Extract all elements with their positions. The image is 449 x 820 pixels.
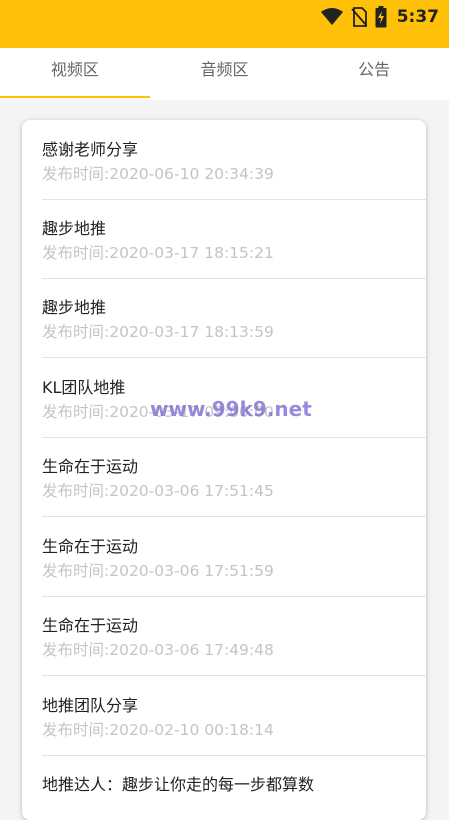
list-item[interactable]: 地推团队分享 发布时间:2020-02-10 00:18:14	[42, 676, 426, 756]
item-title: 生命在于运动	[42, 616, 139, 635]
item-time: 发布时间:2020-06-10 20:34:39	[42, 165, 274, 183]
item-title: 趣步地推	[42, 219, 107, 238]
wifi-icon	[320, 8, 343, 26]
status-bar: 5:37	[0, 0, 449, 48]
item-time: 发布时间:2020-03-17 18:15:21	[42, 244, 274, 262]
item-time: 发布时间:2020-02-10 00:18:14	[42, 721, 274, 739]
item-title: 感谢老师分享	[42, 140, 139, 159]
item-time: 发布时间:2020-03-06 17:51:45	[42, 482, 274, 500]
post-list-card: 感谢老师分享 发布时间:2020-06-10 20:34:39 趣步地推 发布时…	[22, 120, 426, 820]
list-item[interactable]: 生命在于运动 发布时间:2020-03-06 17:49:48	[42, 596, 426, 676]
item-title: 地推达人：趣步让你走的每一步都算数	[42, 775, 315, 794]
tab-bar: 视频区 音频区 公告	[0, 48, 449, 100]
status-icons: 5:37	[320, 6, 439, 28]
list-item[interactable]: 地推达人：趣步让你走的每一步都算数	[42, 755, 426, 820]
list-item[interactable]: 生命在于运动 发布时间:2020-03-06 17:51:59	[42, 517, 426, 597]
list-item[interactable]: 趣步地推 发布时间:2020-03-17 18:13:59	[42, 278, 426, 358]
item-title: 生命在于运动	[42, 537, 139, 556]
no-sim-icon	[351, 7, 367, 27]
list-item[interactable]: 生命在于运动 发布时间:2020-03-06 17:51:45	[42, 437, 426, 517]
list-item[interactable]: 感谢老师分享 发布时间:2020-06-10 20:34:39	[42, 120, 426, 200]
item-title: KL团队地推	[42, 378, 126, 397]
item-title: 地推团队分享	[42, 696, 139, 715]
tab-video[interactable]: 视频区	[0, 48, 150, 100]
item-title: 生命在于运动	[42, 457, 139, 476]
list-item[interactable]: 趣步地推 发布时间:2020-03-17 18:15:21	[42, 199, 426, 279]
item-time: 发布时间:2020-03-06 17:49:48	[42, 641, 274, 659]
item-title: 趣步地推	[42, 298, 107, 317]
watermark: www.99k9.net	[150, 397, 312, 421]
status-time: 5:37	[396, 7, 439, 27]
item-time: 发布时间:2020-03-17 18:13:59	[42, 323, 274, 341]
tab-announcement[interactable]: 公告	[299, 48, 449, 100]
battery-charging-icon	[375, 6, 387, 28]
item-time: 发布时间:2020-03-06 17:51:59	[42, 562, 274, 580]
tab-audio[interactable]: 音频区	[150, 48, 300, 100]
